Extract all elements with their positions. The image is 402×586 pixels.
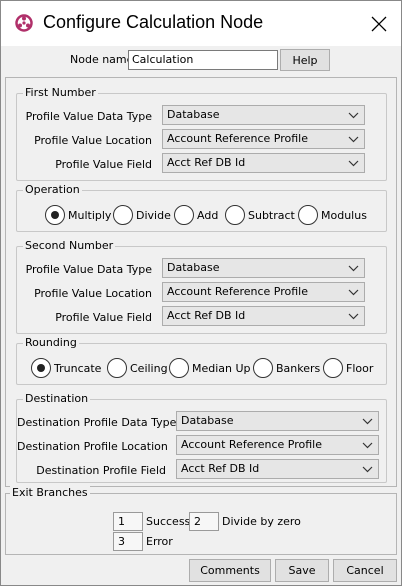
- sn-location-select[interactable]: Account Reference Profile: [162, 282, 365, 302]
- radio-icon: [107, 358, 127, 378]
- fn-location-label: Profile Value Location: [34, 134, 152, 147]
- sn-location-value: Account Reference Profile: [167, 285, 309, 298]
- radio-icon: [225, 205, 245, 225]
- operation-add-label: Add: [197, 208, 219, 222]
- help-button[interactable]: Help: [280, 49, 330, 71]
- app-logo-icon: [15, 14, 33, 32]
- dest-data-type-label: Destination Profile Data Type: [17, 416, 177, 429]
- close-button[interactable]: [359, 1, 399, 46]
- radio-icon: [323, 358, 343, 378]
- destination-legend: Destination: [23, 392, 91, 405]
- radio-selected-icon: [45, 205, 65, 225]
- operation-modulus-radio[interactable]: Modulus: [298, 205, 367, 225]
- save-button[interactable]: Save: [275, 559, 329, 582]
- second-number-legend: Second Number: [23, 239, 116, 252]
- sn-field-select[interactable]: Acct Ref DB Id: [162, 306, 365, 326]
- branch-3-number: 3: [113, 532, 143, 551]
- sn-data-type-value: Database: [167, 261, 220, 274]
- chevron-down-icon: [348, 289, 359, 296]
- operation-multiply-radio[interactable]: Multiply: [45, 205, 111, 225]
- fn-location-select[interactable]: Account Reference Profile: [162, 129, 365, 149]
- cancel-button[interactable]: Cancel: [333, 559, 397, 582]
- radio-icon: [113, 205, 133, 225]
- operation-group: Operation Multiply Divide Add Subtract M…: [16, 183, 387, 232]
- rounding-truncate-label: Truncate: [54, 361, 102, 375]
- chevron-down-icon: [348, 136, 359, 143]
- sn-field-label: Profile Value Field: [55, 311, 152, 324]
- dest-data-type-select[interactable]: Database: [176, 411, 379, 431]
- first-number-legend: First Number: [23, 86, 98, 99]
- dest-location-value: Account Reference Profile: [181, 438, 323, 451]
- exit-branches-group: Exit Branches 1 Success 2 Divide by zero…: [5, 486, 397, 555]
- radio-icon: [169, 358, 189, 378]
- radio-icon: [174, 205, 194, 225]
- chevron-down-icon: [362, 442, 373, 449]
- operation-legend: Operation: [23, 183, 82, 196]
- comments-button[interactable]: Comments: [189, 559, 271, 582]
- radio-icon: [298, 205, 318, 225]
- close-icon: [371, 16, 387, 31]
- dest-location-select[interactable]: Account Reference Profile: [176, 435, 379, 455]
- chevron-down-icon: [362, 466, 373, 473]
- operation-divide-label: Divide: [136, 208, 171, 222]
- node-name-input[interactable]: Calculation: [128, 50, 278, 70]
- rounding-ceiling-radio[interactable]: Ceiling: [107, 358, 168, 378]
- radio-selected-icon: [31, 358, 51, 378]
- rounding-truncate-radio[interactable]: Truncate: [31, 358, 101, 378]
- node-name-label: Node name: [70, 53, 134, 66]
- rounding-median-up-radio[interactable]: Median Up: [169, 358, 251, 378]
- rounding-median-up-label: Median Up: [192, 361, 251, 375]
- node-name-row: Node name Calculation Help: [1, 48, 401, 72]
- fn-field-label: Profile Value Field: [55, 158, 152, 171]
- chevron-down-icon: [348, 112, 359, 119]
- sn-location-label: Profile Value Location: [34, 287, 152, 300]
- exit-branches-legend: Exit Branches: [10, 486, 90, 499]
- operation-subtract-label: Subtract: [248, 208, 295, 222]
- rounding-bankers-label: Bankers: [276, 361, 321, 375]
- second-number-group: Second Number Profile Value Data Type Da…: [16, 239, 387, 334]
- sn-data-type-label: Profile Value Data Type: [25, 263, 152, 276]
- chevron-down-icon: [348, 313, 359, 320]
- fn-data-type-label: Profile Value Data Type: [25, 110, 152, 123]
- sn-data-type-select[interactable]: Database: [162, 258, 365, 278]
- branch-1-label: Success: [146, 515, 191, 528]
- branch-3-label: Error: [146, 535, 173, 548]
- destination-group: Destination Destination Profile Data Typ…: [16, 392, 387, 483]
- radio-icon: [253, 358, 273, 378]
- chevron-down-icon: [362, 418, 373, 425]
- configuration-panel: First Number Profile Value Data Type Dat…: [5, 77, 397, 487]
- operation-modulus-label: Modulus: [321, 208, 367, 222]
- rounding-bankers-radio[interactable]: Bankers: [253, 358, 320, 378]
- operation-multiply-label: Multiply: [68, 208, 112, 222]
- dest-data-type-value: Database: [181, 414, 234, 427]
- dest-field-label: Destination Profile Field: [36, 464, 166, 477]
- dialog-window: Configure Calculation Node Node name Cal…: [0, 0, 402, 586]
- fn-field-value: Acct Ref DB Id: [167, 156, 246, 169]
- button-bar: Comments Save Cancel: [1, 558, 401, 585]
- dest-field-select[interactable]: Acct Ref DB Id: [176, 459, 379, 479]
- rounding-floor-radio[interactable]: Floor: [323, 358, 373, 378]
- operation-add-radio[interactable]: Add: [174, 205, 218, 225]
- fn-data-type-select[interactable]: Database: [162, 105, 365, 125]
- chevron-down-icon: [348, 265, 359, 272]
- branch-1-number: 1: [113, 512, 143, 531]
- rounding-floor-label: Floor: [346, 361, 374, 375]
- sn-field-value: Acct Ref DB Id: [167, 309, 246, 322]
- first-number-group: First Number Profile Value Data Type Dat…: [16, 86, 387, 181]
- rounding-ceiling-label: Ceiling: [130, 361, 168, 375]
- operation-divide-radio[interactable]: Divide: [113, 205, 171, 225]
- branch-2-label: Divide by zero: [222, 515, 301, 528]
- operation-subtract-radio[interactable]: Subtract: [225, 205, 295, 225]
- title-bar[interactable]: Configure Calculation Node: [1, 1, 401, 46]
- chevron-down-icon: [348, 160, 359, 167]
- rounding-legend: Rounding: [23, 336, 79, 349]
- fn-field-select[interactable]: Acct Ref DB Id: [162, 153, 365, 173]
- fn-data-type-value: Database: [167, 108, 220, 121]
- window-title: Configure Calculation Node: [43, 12, 264, 32]
- dest-location-label: Destination Profile Location: [17, 440, 168, 453]
- dest-field-value: Acct Ref DB Id: [181, 462, 260, 475]
- fn-location-value: Account Reference Profile: [167, 132, 309, 145]
- branch-2-number: 2: [189, 512, 219, 531]
- rounding-group: Rounding Truncate Ceiling Median Up Bank…: [16, 336, 387, 385]
